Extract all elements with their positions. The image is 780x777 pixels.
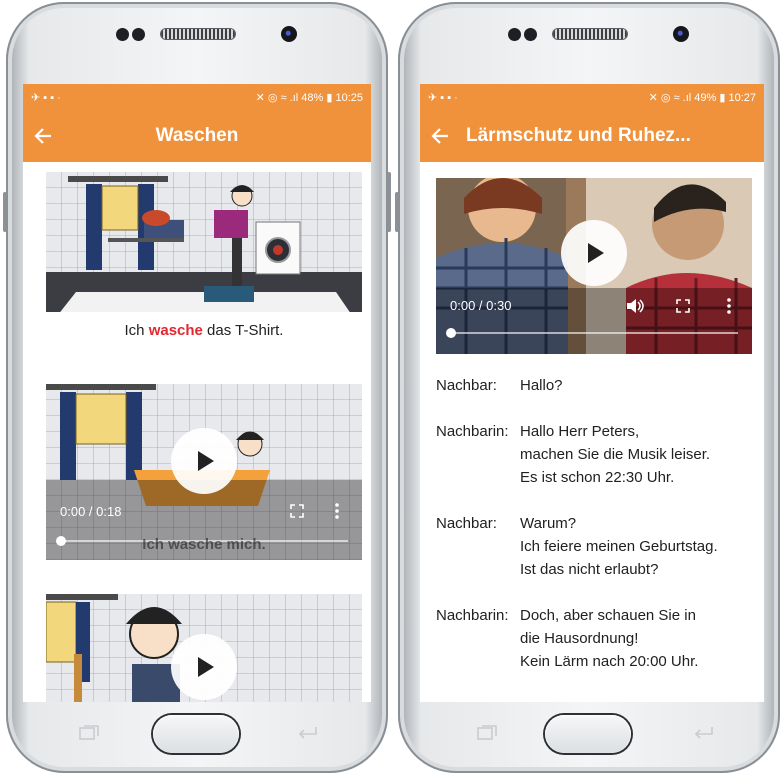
dialog-entry: Nachbar: Hallo? [436,374,754,397]
volume-rocker [395,192,399,232]
video-player[interactable]: 0:00 / 0:30 [436,178,752,354]
phone-top-bezel [6,2,388,82]
recent-apps-icon[interactable] [476,725,498,741]
dialog-line: Hallo? [520,377,563,394]
play-icon [198,657,214,677]
dialog-line: Warum? [520,515,577,532]
video-thumbnail[interactable]: Ich wasche das T-Shirt. [46,172,362,350]
home-button[interactable] [545,715,631,753]
status-signal-icons: ✕ ◎ ≈ .ıl [255,91,299,104]
status-bar: ✈ ▪ ▪ · ✕ ◎ ≈ .ıl 48% ▮ 10:25 [23,84,371,110]
fullscreen-icon[interactable] [676,299,690,313]
sensor-dot [116,28,129,41]
video-controls: 0:00 / 0:18 Ich wasche mich. [46,384,362,560]
status-bar: ✈ ▪ ▪ · ✕ ◎ ≈ .ıl 49% ▮ 10:27 [420,84,764,110]
recent-apps-icon[interactable] [78,725,100,741]
dialog-line: Es ist schon 22:30 Uhr. [520,469,675,486]
screen: ✈ ▪ ▪ · ✕ ◎ ≈ .ıl 49% ▮ 10:27 Lärmschutz… [420,84,764,702]
dialog-line: Ist das nicht erlaubt? [520,561,659,578]
screen: ✈ ▪ ▪ · ✕ ◎ ≈ .ıl 48% ▮ 10:25 Waschen Ic… [23,84,371,702]
video-time: 0:00 / 0:18 [60,504,122,519]
app-bar: Waschen [23,110,371,162]
play-button[interactable] [171,634,237,700]
earpiece-speaker [161,29,235,39]
sensor-dot [508,28,521,41]
home-button[interactable] [153,715,239,753]
page-title: Waschen [155,125,239,146]
status-battery-time: 48% ▮ 10:25 [301,91,363,104]
dialog-transcript: Nachbar: Hallo? Nachbarin: Hallo Herr Pe… [436,374,754,696]
back-nav-icon[interactable] [692,725,714,741]
more-vert-icon[interactable] [334,503,340,519]
dialog-line: Ich feiere meinen Geburtstag. [520,538,718,555]
progress-knob[interactable] [446,328,456,338]
phone-left: ✈ ▪ ▪ · ✕ ◎ ≈ .ıl 48% ▮ 10:25 Waschen Ic… [3,2,391,773]
dialog-line: die Hausordnung! [520,630,639,647]
status-left-icons: ✈ ▪ ▪ · [31,91,61,104]
video-player[interactable]: 0:00 / 0:18 Ich wasche mich. [46,384,362,560]
video-caption: Ich wasche mich. [142,536,266,553]
status-signal-icons: ✕ ◎ ≈ .ıl [648,91,692,104]
sensor-dot [132,28,145,41]
dialog-line: Doch, aber schauen Sie in [520,607,696,624]
dialog-entry: Nachbarin: Doch, aber schauen Sie in die… [436,604,754,673]
dialog-line: machen Sie die Musik leiser. [520,446,711,463]
front-camera [281,26,297,42]
power-button [387,172,391,232]
video-time: 0:00 / 0:30 [450,298,512,313]
back-arrow-icon[interactable] [420,110,460,162]
fullscreen-icon[interactable] [290,504,304,518]
speaker-name: Nachbarin: [436,607,509,624]
dialog-entry: Nachbar: Warum? Ich feiere meinen Geburt… [436,512,754,581]
volume-icon[interactable] [626,299,644,313]
volume-rocker [3,192,7,232]
speaker-name: Nachbarin: [436,423,509,440]
phone-top-bezel [398,2,780,82]
phone-right: ✈ ▪ ▪ · ✕ ◎ ≈ .ıl 49% ▮ 10:27 Lärmschutz… [395,2,780,773]
dialog-line: Hallo Herr Peters, [520,423,640,440]
back-nav-icon[interactable] [296,725,318,741]
more-vert-icon[interactable] [726,298,732,314]
back-arrow-icon[interactable] [23,110,63,162]
app-bar: Lärmschutz und Ruhez... [420,110,764,162]
speaker-name: Nachbar: [436,377,497,394]
video-thumbnail[interactable] [46,594,362,702]
phone-bottom-bezel [6,703,388,773]
status-left-icons: ✈ ▪ ▪ · [428,91,458,104]
page-title: Lärmschutz und Ruhez... [466,125,691,146]
progress-bar[interactable] [446,328,738,338]
status-battery-time: 49% ▮ 10:27 [694,91,756,104]
front-camera [673,26,689,42]
dialog-entry: Nachbarin: Hallo Herr Peters, machen Sie… [436,420,754,489]
speaker-name: Nachbar: [436,515,497,532]
dialog-line: Kein Lärm nach 20:00 Uhr. [520,653,699,670]
earpiece-speaker [553,29,627,39]
phone-bottom-bezel [398,703,780,773]
sensor-dot [524,28,537,41]
video-controls: 0:00 / 0:30 [436,178,752,354]
video-caption: Ich wasche das T-Shirt. [124,322,284,339]
